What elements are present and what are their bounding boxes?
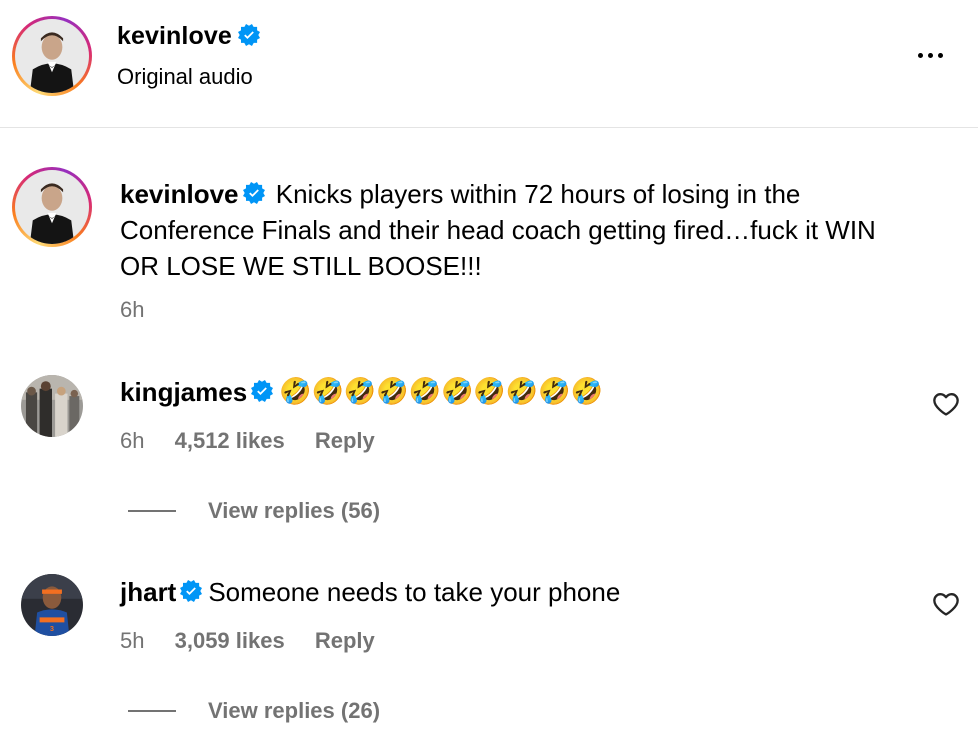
verified-badge-icon xyxy=(180,580,202,602)
like-heart-icon[interactable] xyxy=(932,390,960,418)
caption-username[interactable]: kevinlove xyxy=(120,179,239,209)
caption-timestamp[interactable]: 6h xyxy=(120,297,144,323)
reply-button[interactable]: Reply xyxy=(315,628,375,653)
comment-username[interactable]: kingjames xyxy=(120,377,247,407)
caption-avatar[interactable] xyxy=(12,167,92,247)
avatar xyxy=(21,375,83,437)
comment-meta-row: 6h 4,512 likes Reply xyxy=(120,428,375,454)
view-replies-label[interactable]: View replies (26) xyxy=(208,698,380,724)
verified-badge-icon xyxy=(238,24,260,46)
avatar: 3 xyxy=(21,574,83,636)
header-username[interactable]: kevinlove xyxy=(117,22,260,51)
comment-avatar-kingjames[interactable] xyxy=(21,375,83,437)
comment-meta-row: 5h 3,059 likes Reply xyxy=(120,628,375,654)
caption: kevinlove Knicks players within 72 hours… xyxy=(120,176,920,284)
comment-username[interactable]: jhart xyxy=(120,577,176,607)
replies-divider-line xyxy=(128,710,176,712)
reply-button[interactable]: Reply xyxy=(315,428,375,453)
reel-header: kevinlove Original audio xyxy=(0,0,978,128)
avatar xyxy=(15,170,89,244)
comment-likes-count[interactable]: 4,512 likes xyxy=(175,428,285,453)
comment-avatar-jhart[interactable]: 3 xyxy=(21,574,83,636)
svg-text:3: 3 xyxy=(50,624,54,633)
verified-badge-icon xyxy=(243,182,265,204)
comment-jhart: jhart Someone needs to take your phone xyxy=(120,575,620,609)
view-replies-label[interactable]: View replies (56) xyxy=(208,498,380,524)
comment-text: 🤣🤣🤣🤣🤣🤣🤣🤣🤣🤣 xyxy=(279,376,603,407)
header-username-text[interactable]: kevinlove xyxy=(117,22,232,50)
comment-timestamp[interactable]: 6h xyxy=(120,428,144,453)
comment-text: Someone needs to take your phone xyxy=(208,577,621,607)
view-replies-button[interactable]: View replies (56) xyxy=(128,498,380,524)
view-replies-button[interactable]: View replies (26) xyxy=(128,698,380,724)
like-heart-icon[interactable] xyxy=(932,590,960,618)
more-horizontal-icon xyxy=(917,52,923,58)
verified-badge-icon xyxy=(251,380,273,402)
comment-likes-count[interactable]: 3,059 likes xyxy=(175,628,285,653)
replies-divider-line xyxy=(128,510,176,512)
comment-timestamp[interactable]: 5h xyxy=(120,628,144,653)
audio-label[interactable]: Original audio xyxy=(117,64,253,90)
story-ring-avatar[interactable] xyxy=(12,16,92,96)
avatar xyxy=(15,19,89,93)
more-options-button[interactable] xyxy=(908,40,952,70)
comment-kingjames: kingjames 🤣🤣🤣🤣🤣🤣🤣🤣🤣🤣 xyxy=(120,375,603,411)
